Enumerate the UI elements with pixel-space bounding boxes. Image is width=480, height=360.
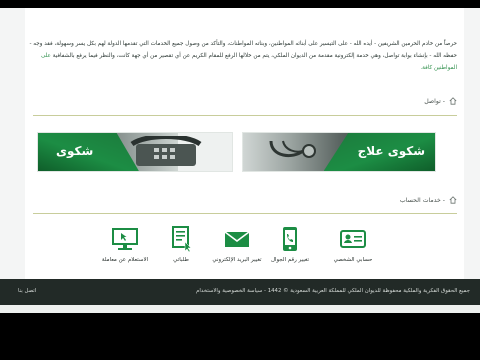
service-label: تغيير البريد الإلكتروني xyxy=(212,257,262,263)
home-icon[interactable] xyxy=(449,97,457,105)
tawasul-breadcrumb: - تواصل xyxy=(424,97,457,105)
bottom-black-bar xyxy=(0,313,480,360)
id-card-icon xyxy=(340,230,366,248)
section-separator xyxy=(33,213,457,214)
service-transaction-inquiry[interactable]: الاستعلام عن معاملة xyxy=(95,226,155,263)
copyright-text: جميع الحقوق الفكرية والملكية محفوظة للدي… xyxy=(196,288,470,294)
service-change-email[interactable]: تغيير البريد الإلكتروني xyxy=(207,226,267,263)
home-icon[interactable] xyxy=(449,196,457,204)
content-panel: حرصاً من خادم الحرمين الشريفين - أيده ال… xyxy=(25,8,464,279)
intro-text: حرصاً من خادم الحرمين الشريفين - أيده ال… xyxy=(29,41,457,59)
footer-band xyxy=(0,305,480,313)
monitor-icon xyxy=(112,228,138,250)
page-background: حرصاً من خادم الحرمين الشريفين - أيده ال… xyxy=(0,8,480,279)
service-my-requests[interactable]: طلباتي xyxy=(151,226,211,263)
service-label: الاستعلام عن معاملة xyxy=(101,257,149,263)
services-breadcrumb: - خدمات الحساب xyxy=(400,196,457,204)
complaint-treatment-banner[interactable]: شكوى علاج xyxy=(242,132,436,172)
service-label: طلباتي xyxy=(173,257,189,263)
stethoscope-icon xyxy=(269,140,316,158)
envelope-icon xyxy=(224,231,250,247)
top-black-bar xyxy=(0,0,480,8)
breadcrumb-services[interactable]: - خدمات الحساب xyxy=(400,197,445,204)
service-label: حسابي الشخصي xyxy=(333,257,373,263)
intro-paragraph: حرصاً من خادم الحرمين الشريفين - أيده ال… xyxy=(27,38,457,74)
service-label: تغيير رقم الجوال xyxy=(270,257,310,263)
site-footer: جميع الحقوق الفكرية والملكية محفوظة للدي… xyxy=(0,279,480,305)
document-click-icon xyxy=(172,226,192,252)
telephone-icon xyxy=(130,136,202,166)
service-change-mobile[interactable]: تغيير رقم الجوال xyxy=(260,226,320,263)
banner-title: شكوى xyxy=(56,144,94,158)
banner-title: شكوى علاج xyxy=(357,144,425,158)
service-my-account[interactable]: حسابي الشخصي xyxy=(323,226,383,263)
breadcrumb-tawasul[interactable]: - تواصل xyxy=(424,98,445,105)
contact-us-link[interactable]: اتصل بنا xyxy=(18,288,36,294)
complaint-banner[interactable]: شكوى xyxy=(37,132,233,172)
mobile-phone-icon xyxy=(283,227,297,251)
section-separator xyxy=(33,115,457,116)
